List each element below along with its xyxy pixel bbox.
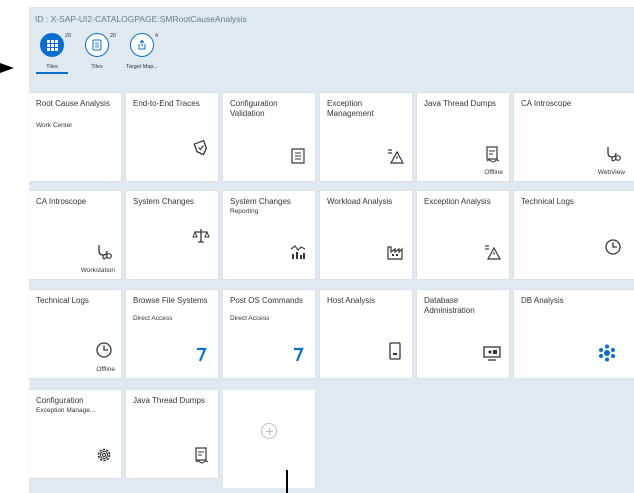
tile-title: CA Introscope [36, 197, 87, 206]
tile-title: Configuration Validation [230, 99, 278, 118]
refresh-arrow-icon [289, 346, 307, 364]
tile-subtitle: Exception Manage... [36, 407, 96, 414]
tile-ca-introscope-workstation[interactable]: CA Introscope Workstation [29, 191, 121, 279]
tab-tiles-list[interactable]: 20 Tiles [75, 31, 119, 75]
tile-exception-management[interactable]: Exception Management [320, 93, 412, 181]
chart-icon [289, 243, 307, 261]
tile-title: Workload Analysis [327, 197, 393, 206]
tile-technical-logs[interactable]: Technical Logs [514, 191, 634, 279]
tile-title: Exception Management [327, 99, 374, 118]
tile-title: Technical Logs [36, 296, 89, 305]
document-icon [483, 145, 501, 163]
tab-target-mappings[interactable]: 4 Target Map... [120, 31, 164, 75]
export-icon [130, 33, 154, 57]
tab-count: 20 [110, 33, 117, 39]
monitor-icon [483, 344, 501, 362]
tile-title: Java Thread Dumps [424, 99, 496, 108]
tile-title: Exception Analysis [424, 197, 491, 206]
tile-title: Configuration [36, 396, 84, 405]
text-cursor-icon [286, 470, 288, 493]
tile-configuration-exception-management[interactable]: Configuration Exception Manage... [29, 390, 121, 478]
grid-icon [40, 33, 64, 57]
tile-title: System Changes [133, 197, 194, 206]
tile-subtitle: Direct Access [133, 315, 173, 322]
tile-title: CA Introscope [521, 99, 572, 108]
tile-title: Browse File Systems [133, 296, 208, 305]
tile-post-os-commands[interactable]: Post OS Commands Direct Access [223, 290, 315, 378]
tile-exception-analysis[interactable]: Exception Analysis [417, 191, 509, 279]
tile-java-thread-dumps[interactable]: Java Thread Dumps Offline [417, 93, 509, 181]
tile-title: Post OS Commands [230, 296, 303, 305]
tab-tiles-grid[interactable]: 20 Tiles [30, 31, 74, 75]
tile-system-changes-reporting[interactable]: System Changes Reporting [223, 191, 315, 279]
network-icon [598, 344, 616, 362]
tile-title: Technical Logs [521, 197, 574, 206]
warning-list-icon [386, 147, 404, 165]
clock-icon [604, 238, 622, 256]
tile-technical-logs-offline[interactable]: Technical Logs Offline [29, 290, 121, 378]
tile-title: Host Analysis [327, 296, 376, 305]
tab-label: Target Map... [125, 64, 159, 70]
tile-title: Database Administration [424, 296, 475, 315]
tablet-icon [386, 342, 404, 360]
tile-footer: Workstation [80, 267, 115, 274]
tile-title: DB Analysis [521, 296, 564, 305]
document-icon [192, 446, 210, 464]
tab-label: Tiles [91, 64, 103, 70]
stethoscope-icon [604, 145, 622, 163]
tab-count: 20 [65, 33, 72, 39]
catalog-panel: ID : X-SAP-UI2-CATALOGPAGE:SMRootCauseAn… [29, 7, 634, 493]
factory-icon [386, 243, 404, 261]
tile-title: Root Cause Analysis [36, 99, 110, 108]
active-tab-indicator [36, 72, 68, 74]
location-check-icon [192, 139, 210, 157]
tile-configuration-validation[interactable]: Configuration Validation [223, 93, 315, 181]
refresh-arrow-icon [192, 346, 210, 364]
tile-footer: WebView [597, 169, 625, 176]
tile-subtitle: Work Center [36, 122, 73, 129]
gear-icon [95, 446, 113, 464]
plus-icon [261, 423, 277, 439]
tile-system-changes[interactable]: System Changes [126, 191, 218, 279]
tile-end-to-end-traces[interactable]: End-to-End Traces [126, 93, 218, 181]
tile-database-administration[interactable]: Database Administration [417, 290, 509, 378]
checklist-icon [289, 147, 307, 165]
tile-java-thread-dumps-2[interactable]: Java Thread Dumps [126, 390, 218, 478]
tab-label: Tiles [46, 64, 58, 70]
tile-browse-file-systems[interactable]: Browse File Systems Direct Access [126, 290, 218, 378]
tab-count: 4 [155, 33, 159, 39]
tile-title: End-to-End Traces [133, 99, 200, 108]
stethoscope-icon [95, 243, 113, 261]
warning-list-icon [483, 243, 501, 261]
tile-db-analysis[interactable]: DB Analysis [514, 290, 634, 378]
balance-icon [192, 227, 210, 245]
catalog-id: ID : X-SAP-UI2-CATALOGPAGE:SMRootCauseAn… [35, 14, 247, 24]
tile-title: System Changes [230, 197, 291, 206]
add-tile-button[interactable] [223, 390, 315, 488]
annotation-arrow-icon [0, 63, 14, 73]
tile-workload-analysis[interactable]: Workload Analysis [320, 191, 412, 279]
clock-icon [95, 341, 113, 359]
tile-subtitle: Reporting [230, 208, 259, 215]
tile-title: Java Thread Dumps [133, 396, 205, 405]
tile-ca-introscope-webview[interactable]: CA Introscope WebView [514, 93, 634, 181]
tile-footer: Offline [484, 169, 503, 176]
tile-host-analysis[interactable]: Host Analysis [320, 290, 412, 378]
tile-footer: Offline [96, 366, 115, 373]
list-icon [85, 33, 109, 57]
tile-subtitle: Direct Access [230, 315, 270, 322]
tile-root-cause-analysis[interactable]: Root Cause Analysis Work Center [29, 93, 121, 181]
view-tab-bar: 20 Tiles 20 Tiles 4 Target Map... [29, 31, 634, 81]
